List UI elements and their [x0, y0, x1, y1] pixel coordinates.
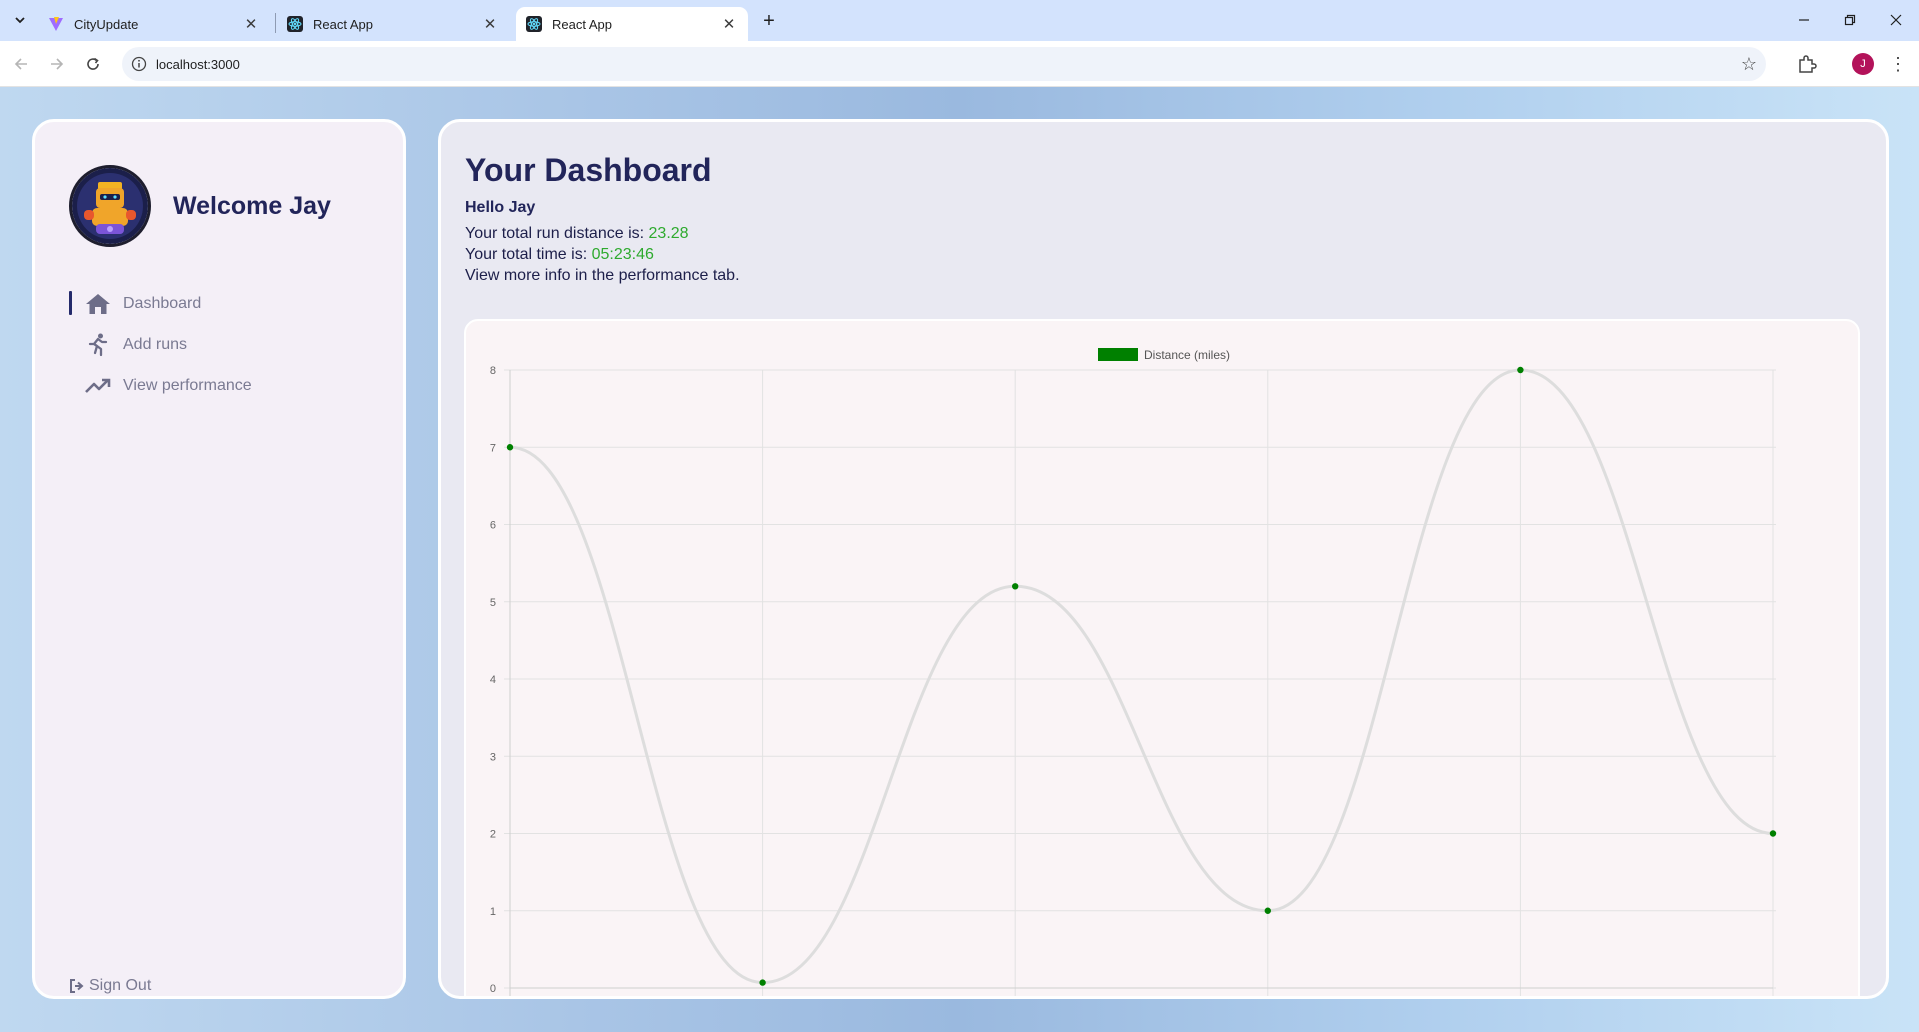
sign-out-icon: [70, 979, 84, 993]
trending-up-icon: [83, 374, 113, 398]
tab-divider: [275, 13, 276, 33]
runner-icon: [83, 333, 113, 357]
distance-line-chart: 8 7 6 5 4 3 2 1 0 Distance (miles): [490, 348, 1777, 996]
react-icon: [287, 16, 303, 32]
tab-label: React App: [552, 16, 612, 32]
dashboard-panel: Your Dashboard Hello Jay Your total run …: [438, 119, 1889, 999]
legend-swatch: [1098, 348, 1138, 361]
sidebar-item-label: Add runs: [123, 335, 188, 353]
sign-out-label: Sign Out: [89, 977, 152, 994]
sidebar-nav: Dashboard Add runs View performance: [69, 283, 252, 406]
tab-label: CityUpdate: [74, 16, 139, 32]
total-distance-line: Your total run distance is: 23.28: [465, 225, 689, 243]
y-tick-label: 8: [490, 365, 496, 377]
chevron-down-icon: [15, 17, 25, 24]
total-time-value: 05:23:46: [591, 246, 654, 263]
vite-icon: [48, 16, 64, 32]
sidebar-item-view-performance[interactable]: View performance: [69, 365, 252, 406]
user-avatar: [69, 165, 151, 247]
minimize-button[interactable]: [1782, 6, 1826, 34]
minimize-icon: [1799, 19, 1809, 21]
active-indicator: [69, 291, 72, 315]
data-point: [506, 444, 514, 451]
legend-label: Distance (miles): [1144, 348, 1230, 362]
browser-toolbar: localhost:3000 ☆ J ⋮: [0, 41, 1919, 87]
arrow-left-icon: [14, 58, 27, 70]
y-tick-label: 4: [490, 674, 496, 686]
sidebar-item-dashboard[interactable]: Dashboard: [69, 283, 252, 324]
address-bar[interactable]: localhost:3000 ☆: [122, 47, 1766, 81]
welcome-heading: Welcome Jay: [173, 192, 331, 220]
tab-strip: CityUpdate ✕ React App ✕ React App ✕ +: [0, 0, 1919, 41]
robot-avatar-image: [72, 168, 148, 244]
y-tick-label: 2: [490, 829, 496, 841]
profile-avatar[interactable]: J: [1852, 53, 1874, 75]
restore-icon: [1844, 14, 1856, 26]
total-distance-value: 23.28: [648, 225, 689, 242]
plus-icon: +: [763, 9, 775, 32]
tab-search-button[interactable]: [6, 9, 34, 31]
close-tab-icon[interactable]: ✕: [720, 15, 738, 33]
back-button[interactable]: [6, 49, 36, 79]
reload-button[interactable]: [78, 49, 108, 79]
arrow-right-icon: [51, 58, 64, 70]
browser-menu-icon[interactable]: ⋮: [1888, 51, 1908, 77]
page-viewport: Welcome Jay Dashboard Add runs View perf…: [0, 87, 1919, 1032]
sidebar: Welcome Jay Dashboard Add runs View perf…: [32, 119, 406, 999]
extensions-icon[interactable]: [1796, 53, 1818, 75]
sidebar-item-label: View performance: [123, 376, 252, 394]
browser-tab-cityupdate[interactable]: CityUpdate ✕: [38, 7, 270, 41]
performance-info-text: View more info in the performance tab.: [465, 267, 740, 284]
home-icon: [83, 292, 113, 316]
data-point: [1264, 907, 1271, 914]
new-tab-button[interactable]: +: [756, 9, 782, 33]
total-distance-label: Your total run distance is:: [465, 225, 649, 242]
browser-tab-react-app-active[interactable]: React App ✕: [516, 7, 748, 41]
y-tick-label: 7: [490, 442, 496, 454]
data-point: [1517, 366, 1524, 374]
total-time-label: Your total time is:: [465, 246, 592, 263]
data-point: [1769, 830, 1777, 837]
react-icon: [526, 16, 542, 32]
data-point: [1012, 583, 1019, 590]
sidebar-item-label: Dashboard: [123, 294, 202, 312]
page-title: Your Dashboard: [465, 152, 712, 188]
total-time-line: Your total time is: 05:23:46: [465, 246, 654, 264]
y-tick-label: 5: [490, 597, 496, 609]
y-tick-label: 1: [490, 906, 496, 918]
sign-out-button[interactable]: Sign Out: [69, 977, 151, 995]
y-tick-label: 0: [490, 983, 496, 995]
bookmark-star-icon[interactable]: ☆: [1732, 54, 1766, 75]
close-window-button[interactable]: [1874, 6, 1918, 34]
restore-button[interactable]: [1828, 6, 1872, 34]
tab-label: React App: [313, 16, 373, 32]
url-text: localhost:3000: [156, 56, 240, 72]
forward-button[interactable]: [42, 49, 72, 79]
series-line-distance: [509, 368, 1774, 985]
close-tab-icon[interactable]: ✕: [242, 15, 260, 33]
sidebar-item-add-runs[interactable]: Add runs: [69, 324, 252, 365]
distance-chart-card: 8 7 6 5 4 3 2 1 0 Distance (miles): [464, 319, 1860, 996]
y-tick-label: 3: [490, 751, 496, 763]
browser-tab-react-app[interactable]: React App ✕: [277, 7, 509, 41]
data-point: [759, 979, 766, 986]
y-tick-label: 6: [490, 520, 496, 532]
site-info-icon[interactable]: [122, 56, 156, 72]
close-icon: [1890, 14, 1902, 26]
greeting-text: Hello Jay: [465, 199, 536, 216]
reload-icon: [87, 57, 99, 70]
close-tab-icon[interactable]: ✕: [481, 15, 499, 33]
